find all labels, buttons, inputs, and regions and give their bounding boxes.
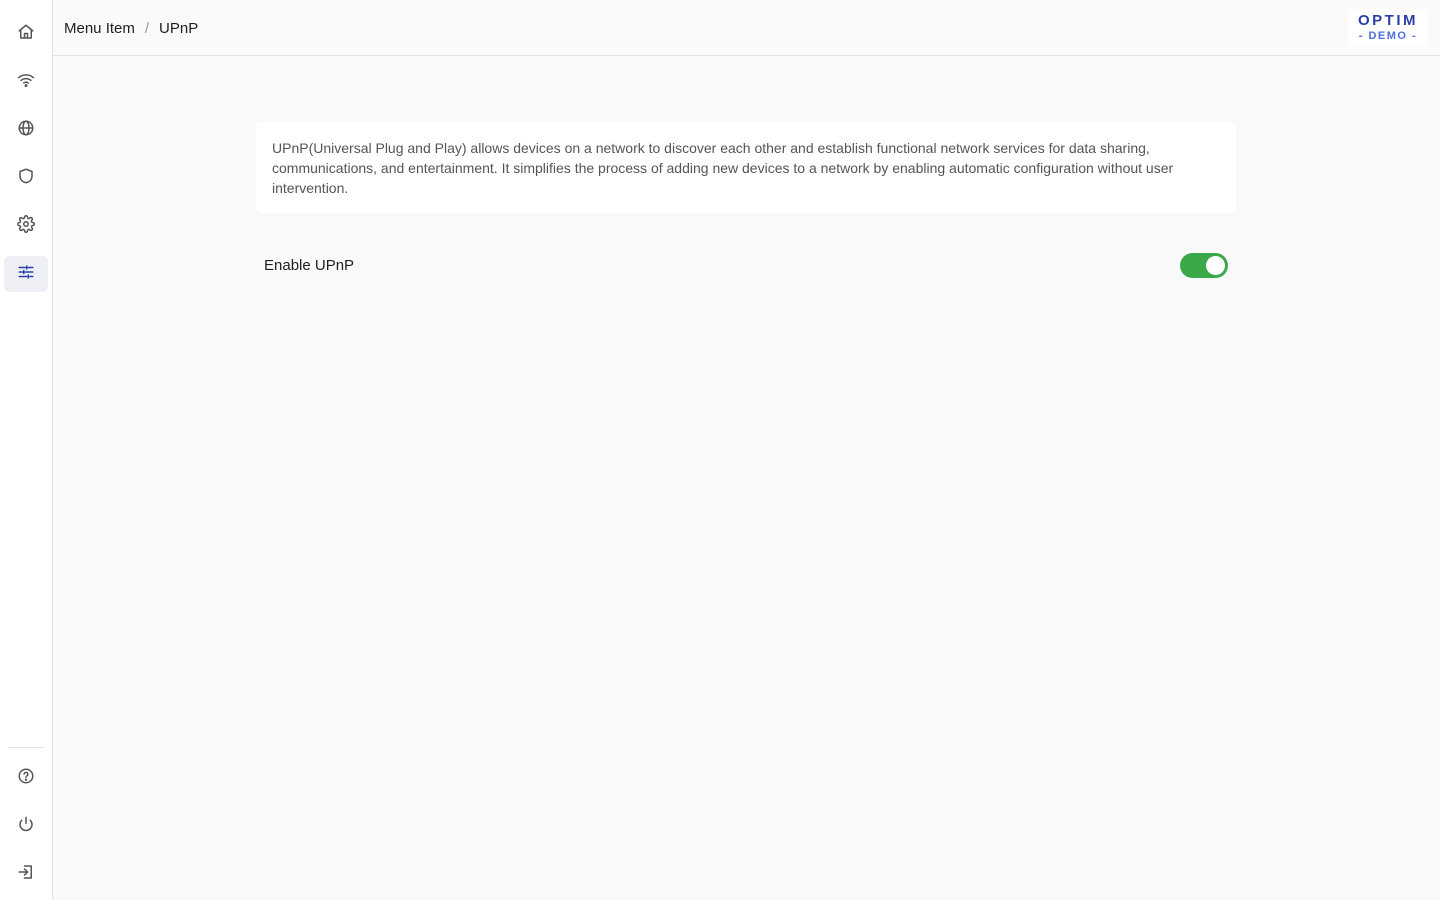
- breadcrumb-separator: /: [144, 19, 150, 37]
- sidebar-item-internet[interactable]: [4, 112, 48, 148]
- sidebar-item-advanced[interactable]: [4, 256, 48, 292]
- sidebar-item-wifi[interactable]: [4, 64, 48, 100]
- shield-icon: [17, 167, 35, 190]
- sidebar-item-security[interactable]: [4, 160, 48, 196]
- sidebar-item-settings[interactable]: [4, 208, 48, 244]
- sidebar-item-logout[interactable]: [4, 856, 48, 892]
- logo: OPTIM - DEMO -: [1348, 9, 1428, 47]
- sliders-icon: [17, 263, 35, 286]
- logout-icon: [17, 863, 35, 886]
- description-text: UPnP(Universal Plug and Play) allows dev…: [272, 140, 1174, 196]
- globe-icon: [17, 119, 35, 142]
- logo-subtitle: - DEMO -: [1358, 30, 1418, 42]
- home-icon: [17, 23, 35, 46]
- header: Menu Item / UPnP OPTIM - DEMO -: [53, 0, 1440, 56]
- toggle-knob: [1206, 255, 1225, 275]
- sidebar-divider: [8, 747, 44, 748]
- sidebar: [0, 0, 53, 900]
- sidebar-item-help[interactable]: [4, 760, 48, 796]
- description-card: UPnP(Universal Plug and Play) allows dev…: [256, 122, 1236, 213]
- breadcrumb-item-menu[interactable]: Menu Item: [64, 20, 135, 37]
- sidebar-item-home[interactable]: [4, 16, 48, 52]
- logo-title: OPTIM: [1358, 12, 1418, 29]
- sidebar-item-power[interactable]: [4, 808, 48, 844]
- breadcrumb: Menu Item / UPnP: [64, 0, 198, 56]
- help-circle-icon: [17, 767, 35, 790]
- enable-upnp-label: Enable UPnP: [264, 256, 355, 274]
- wifi-icon: [17, 71, 35, 94]
- gear-icon: [17, 214, 35, 238]
- enable-upnp-toggle[interactable]: [1180, 252, 1228, 278]
- breadcrumb-item-current: UPnP: [159, 19, 199, 37]
- power-icon: [17, 815, 35, 838]
- enable-upnp-row: Enable UPnP: [256, 244, 1236, 286]
